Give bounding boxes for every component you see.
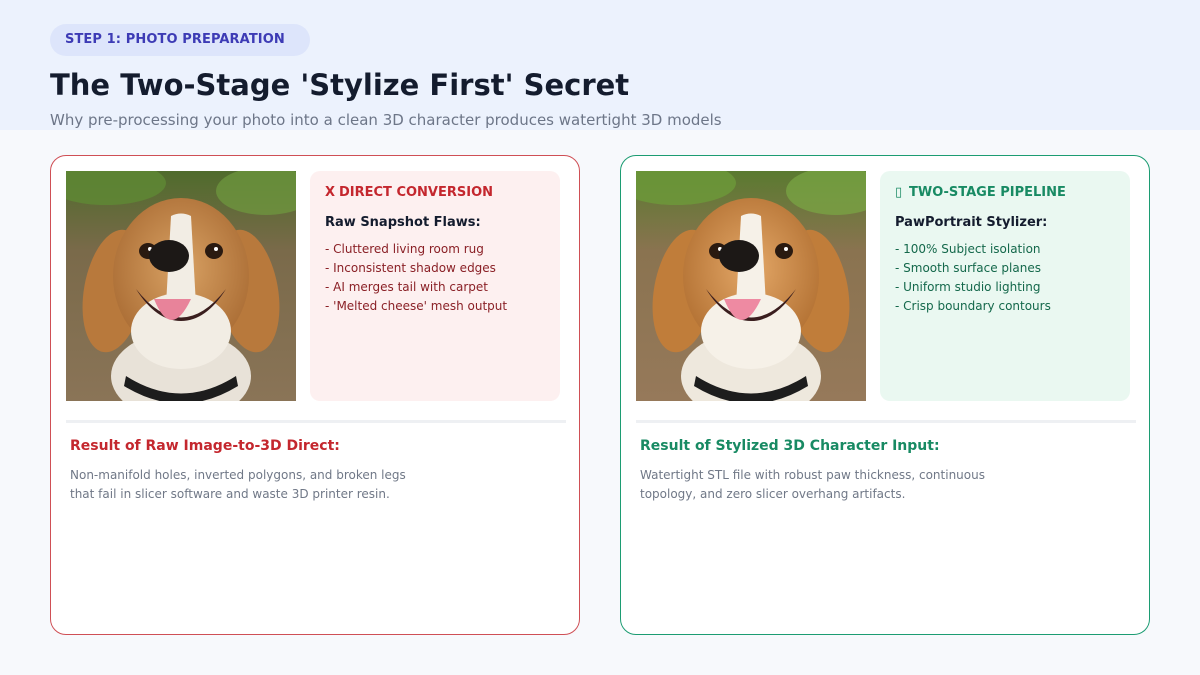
step-badge: STEP 1: PHOTO PREPARATION bbox=[50, 24, 310, 56]
direct-conversion-info: X DIRECT CONVERSION Raw Snapshot Flaws: … bbox=[310, 171, 560, 401]
list-item: - AI merges tail with carpet bbox=[325, 280, 488, 294]
direct-conversion-card: X DIRECT CONVERSION Raw Snapshot Flaws: … bbox=[50, 155, 580, 635]
stylizer-subheading: PawPortrait Stylizer: bbox=[895, 215, 1048, 230]
x-icon: X bbox=[325, 185, 336, 200]
list-item: - Crisp boundary contours bbox=[895, 299, 1051, 313]
divider bbox=[66, 420, 566, 423]
list-item: - 'Melted cheese' mesh output bbox=[325, 299, 508, 313]
raw-result-text: Non-manifold holes, inverted polygons, a… bbox=[70, 468, 406, 501]
page-title: The Two-Stage 'Stylize First' Secret bbox=[50, 68, 630, 102]
list-item: - Cluttered living room rug bbox=[325, 242, 484, 256]
two-stage-pipeline-heading: ▯ TWO-STAGE PIPELINE bbox=[895, 185, 1115, 200]
raw-result-title: Result of Raw Image-to-3D Direct: bbox=[70, 438, 340, 454]
list-item: - Smooth surface planes bbox=[895, 261, 1041, 275]
list-item: - Uniform studio lighting bbox=[895, 280, 1041, 294]
stylizer-benefits-list: - 100% Subject isolation - Smooth surfac… bbox=[895, 240, 1115, 316]
raw-flaws-list: - Cluttered living room rug - Inconsiste… bbox=[325, 240, 545, 316]
beagle-photo-stylized bbox=[636, 171, 866, 401]
raw-flaws-subheading: Raw Snapshot Flaws: bbox=[325, 215, 481, 230]
direct-conversion-heading-label: DIRECT CONVERSION bbox=[339, 185, 494, 200]
stylized-result-text: Watertight STL file with robust paw thic… bbox=[640, 468, 985, 501]
stylized-result-title: Result of Stylized 3D Character Input: bbox=[640, 438, 940, 454]
page-subtitle: Why pre-processing your photo into a cle… bbox=[50, 111, 722, 129]
direct-conversion-heading: X DIRECT CONVERSION bbox=[325, 185, 545, 200]
list-item: - Inconsistent shadow edges bbox=[325, 261, 496, 275]
two-stage-pipeline-card: ▯ TWO-STAGE PIPELINE PawPortrait Stylize… bbox=[620, 155, 1150, 635]
beagle-photo-raw bbox=[66, 171, 296, 401]
two-stage-pipeline-heading-label: TWO-STAGE PIPELINE bbox=[909, 185, 1066, 200]
two-stage-pipeline-info: ▯ TWO-STAGE PIPELINE PawPortrait Stylize… bbox=[880, 171, 1130, 401]
missing-glyph-icon: ▯ bbox=[895, 185, 903, 200]
list-item: - 100% Subject isolation bbox=[895, 242, 1041, 256]
divider bbox=[636, 420, 1136, 423]
